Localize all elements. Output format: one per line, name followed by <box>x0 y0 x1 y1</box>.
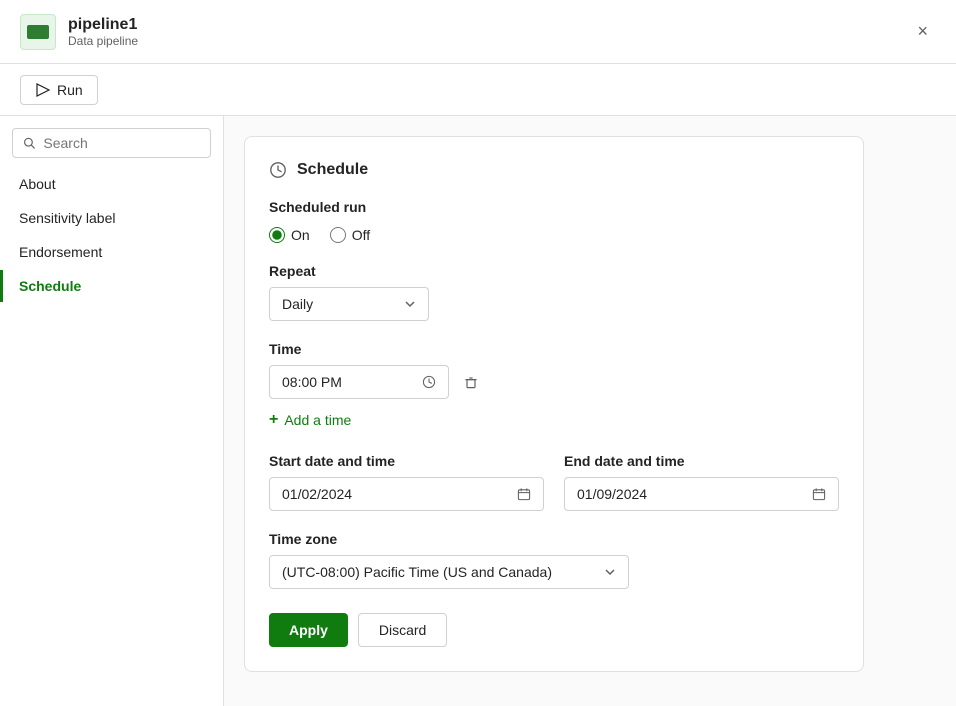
run-button[interactable]: Run <box>20 75 98 105</box>
date-row: Start date and time 01/02/2024 End date … <box>269 453 839 511</box>
chevron-down-icon <box>404 298 416 310</box>
search-icon <box>23 136 35 150</box>
end-date-value: 01/09/2024 <box>577 486 647 502</box>
run-icon <box>35 82 51 98</box>
sidebar-item-about[interactable]: About <box>0 168 223 200</box>
content-area: Schedule Scheduled run On Off <box>224 116 956 706</box>
pipeline-title: pipeline1 Data pipeline <box>68 16 138 48</box>
start-date-label: Start date and time <box>269 453 544 469</box>
pipeline-icon <box>20 14 56 50</box>
radio-off-input[interactable] <box>330 227 346 243</box>
radio-off-label: Off <box>352 227 370 243</box>
sidebar-item-sensitivity-label-text: Sensitivity label <box>19 210 116 226</box>
search-input[interactable] <box>43 135 200 151</box>
trash-icon <box>463 374 479 390</box>
apply-button[interactable]: Apply <box>269 613 348 647</box>
top-bar: pipeline1 Data pipeline × <box>0 0 956 64</box>
sidebar: About Sensitivity label Endorsement Sche… <box>0 116 224 706</box>
time-picker-icon <box>422 375 436 389</box>
pipeline-icon-inner <box>27 25 49 39</box>
time-row: 08:00 PM <box>269 365 839 399</box>
discard-button[interactable]: Discard <box>358 613 447 647</box>
sidebar-item-about-label: About <box>19 176 56 192</box>
radio-off-option[interactable]: Off <box>330 227 370 243</box>
search-box[interactable] <box>12 128 211 158</box>
repeat-label: Repeat <box>269 263 839 279</box>
time-input[interactable]: 08:00 PM <box>269 365 449 399</box>
end-date-field: End date and time 01/09/2024 <box>564 453 839 511</box>
close-button[interactable]: × <box>909 17 936 46</box>
calendar-icon <box>517 487 531 501</box>
toolbar: Run <box>0 64 956 116</box>
sidebar-item-schedule-label: Schedule <box>19 278 81 294</box>
pipeline-name: pipeline1 <box>68 16 138 34</box>
sidebar-item-endorsement[interactable]: Endorsement <box>0 236 223 268</box>
radio-on-option[interactable]: On <box>269 227 310 243</box>
end-date-label: End date and time <box>564 453 839 469</box>
timezone-section: Time zone (UTC-08:00) Pacific Time (US a… <box>269 531 839 589</box>
time-value: 08:00 PM <box>282 374 342 390</box>
scheduled-run-label: Scheduled run <box>269 199 839 215</box>
run-label: Run <box>57 82 83 98</box>
repeat-value: Daily <box>282 296 313 312</box>
header-left: pipeline1 Data pipeline <box>20 14 138 50</box>
timezone-value: (UTC-08:00) Pacific Time (US and Canada) <box>282 564 552 580</box>
pipeline-type: Data pipeline <box>68 34 138 48</box>
start-date-value: 01/02/2024 <box>282 486 352 502</box>
time-section: Time 08:00 PM <box>269 341 839 433</box>
radio-group: On Off <box>269 227 839 243</box>
repeat-section: Repeat Daily <box>269 263 839 321</box>
timezone-select[interactable]: (UTC-08:00) Pacific Time (US and Canada) <box>269 555 629 589</box>
sidebar-item-endorsement-label: Endorsement <box>19 244 102 260</box>
radio-on-input[interactable] <box>269 227 285 243</box>
delete-time-button[interactable] <box>457 368 485 396</box>
add-time-label: Add a time <box>284 412 351 428</box>
start-date-field: Start date and time 01/02/2024 <box>269 453 544 511</box>
sidebar-item-sensitivity-label[interactable]: Sensitivity label <box>0 202 223 234</box>
add-time-button[interactable]: + Add a time <box>269 407 351 433</box>
start-date-input[interactable]: 01/02/2024 <box>269 477 544 511</box>
schedule-card: Schedule Scheduled run On Off <box>244 136 864 672</box>
repeat-select[interactable]: Daily <box>269 287 429 321</box>
clock-icon <box>269 161 287 179</box>
calendar-icon-end <box>812 487 826 501</box>
plus-icon: + <box>269 411 278 429</box>
card-header: Schedule <box>269 161 839 179</box>
card-title: Schedule <box>297 161 368 179</box>
chevron-down-icon-tz <box>604 566 616 578</box>
radio-on-label: On <box>291 227 310 243</box>
end-date-input[interactable]: 01/09/2024 <box>564 477 839 511</box>
sidebar-item-schedule[interactable]: Schedule <box>0 270 223 302</box>
time-label: Time <box>269 341 839 357</box>
main-layout: About Sensitivity label Endorsement Sche… <box>0 116 956 706</box>
scheduled-run-section: Scheduled run On Off <box>269 199 839 243</box>
action-row: Apply Discard <box>269 613 839 647</box>
timezone-label: Time zone <box>269 531 839 547</box>
